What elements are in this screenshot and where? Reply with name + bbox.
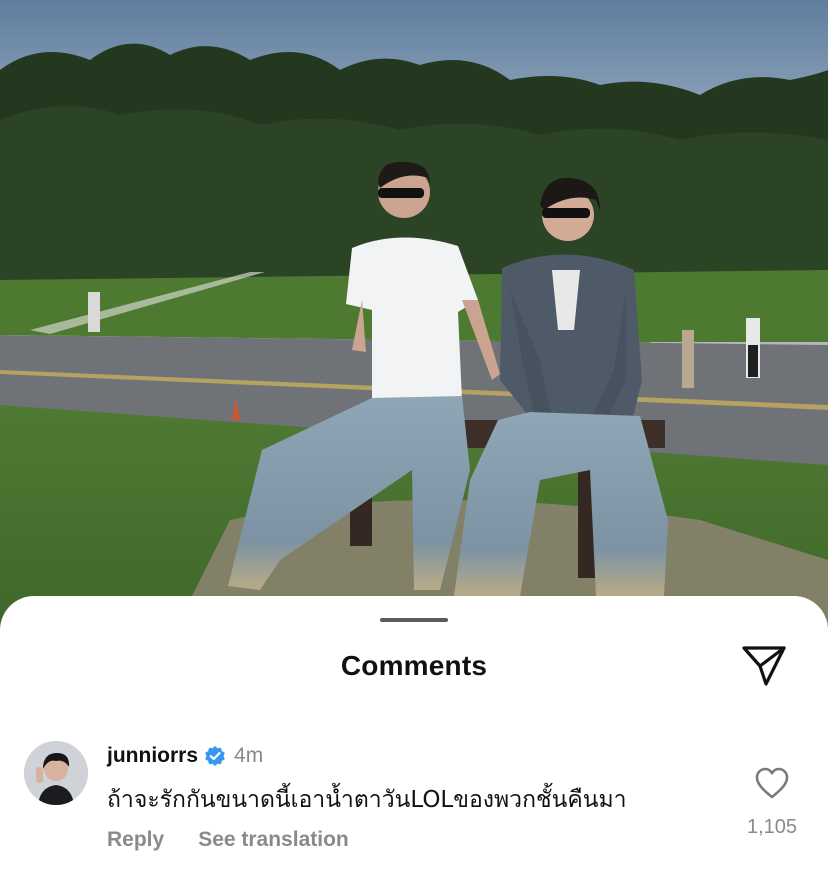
heart-outline-icon [755, 767, 789, 799]
comment-meta: junniorrs 4m [107, 742, 263, 770]
like-count: 1,105 [746, 816, 798, 838]
comment-username[interactable]: junniorrs [107, 744, 198, 768]
paper-plane-icon [742, 646, 786, 686]
comment-item: junniorrs 4m ถ้าจะรักกันขนาดนี้เอาน้ำตาว… [0, 738, 828, 869]
sheet-grabber[interactable] [380, 618, 448, 622]
comment-time: 4m [234, 744, 264, 767]
avatar[interactable] [24, 741, 88, 805]
comment-text: ถ้าจะรักกันขนาดนี้เอาน้ำตาวันLOLของพวกชั… [107, 787, 627, 813]
sheet-title: Comments [340, 650, 488, 681]
comment-actions: Reply See translation [107, 828, 349, 852]
verified-badge-icon [204, 745, 226, 767]
post-photo [0, 0, 828, 640]
like-button[interactable] [754, 766, 790, 800]
share-button[interactable] [740, 644, 788, 688]
reply-button[interactable]: Reply [107, 828, 164, 852]
see-translation-button[interactable]: See translation [198, 828, 349, 852]
